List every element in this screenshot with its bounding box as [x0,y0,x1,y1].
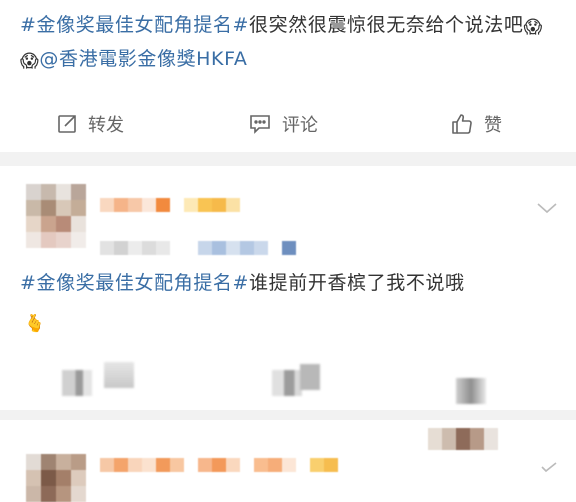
post-topic-link[interactable]: #金像奖最佳女配角提名# [20,14,249,36]
username-2-blurred[interactable] [100,458,380,472]
corner-image-blurred [428,428,498,450]
comment-text: #金像奖最佳女配角提名#谁提前开香槟了我不说哦 [20,266,560,300]
post-mention-link[interactable]: @香港電影金像獎HKFA [39,48,247,70]
chevron-down-icon-2[interactable] [540,458,558,477]
post-card: #金像奖最佳女配角提名#很突然很震惊很无奈给个说法吧😱😱@香港電影金像獎HKFA… [0,0,576,152]
scream-emoji-1: 😱 [523,17,543,38]
comment-card-2 [0,420,576,502]
comment-icon [248,113,272,135]
thumbs-up-icon [450,112,474,136]
comment-action-blurred-4[interactable] [300,364,320,390]
like-button[interactable]: 赞 [450,104,502,144]
comment-meta-blurred [100,241,296,255]
comment-action-blurred-2[interactable] [104,362,134,388]
repost-button[interactable]: 转发 [56,104,124,144]
comment-card: #金像奖最佳女配角提名#谁提前开香槟了我不说哦 🫰 [0,166,576,410]
post-body-text: 很突然很震惊很无奈给个说法吧 [249,14,524,36]
repost-label: 转发 [88,115,124,136]
finger-heart-emoji: 🫰 [24,314,46,334]
avatar[interactable] [26,184,86,248]
comment-action-blurred-1[interactable] [62,370,92,396]
chevron-down-icon[interactable] [536,200,558,219]
username-blurred[interactable] [100,198,240,212]
like-label: 赞 [484,115,502,136]
comment-button[interactable]: 评论 [248,104,318,144]
comment-action-blurred-5[interactable] [456,378,486,404]
comment-topic-link[interactable]: #金像奖最佳女配角提名# [20,272,249,294]
comment-body-text: 谁提前开香槟了我不说哦 [249,272,465,294]
comment-action-blurred-3[interactable] [272,370,302,396]
scream-emoji-2: 😱 [20,51,40,72]
avatar-2[interactable] [26,454,86,502]
comment-label: 评论 [282,115,318,136]
repost-icon [56,113,78,135]
post-text: #金像奖最佳女配角提名#很突然很震惊很无奈给个说法吧😱😱@香港電影金像獎HKFA [20,8,560,76]
post-action-bar: 转发 评论 赞 [0,104,576,144]
